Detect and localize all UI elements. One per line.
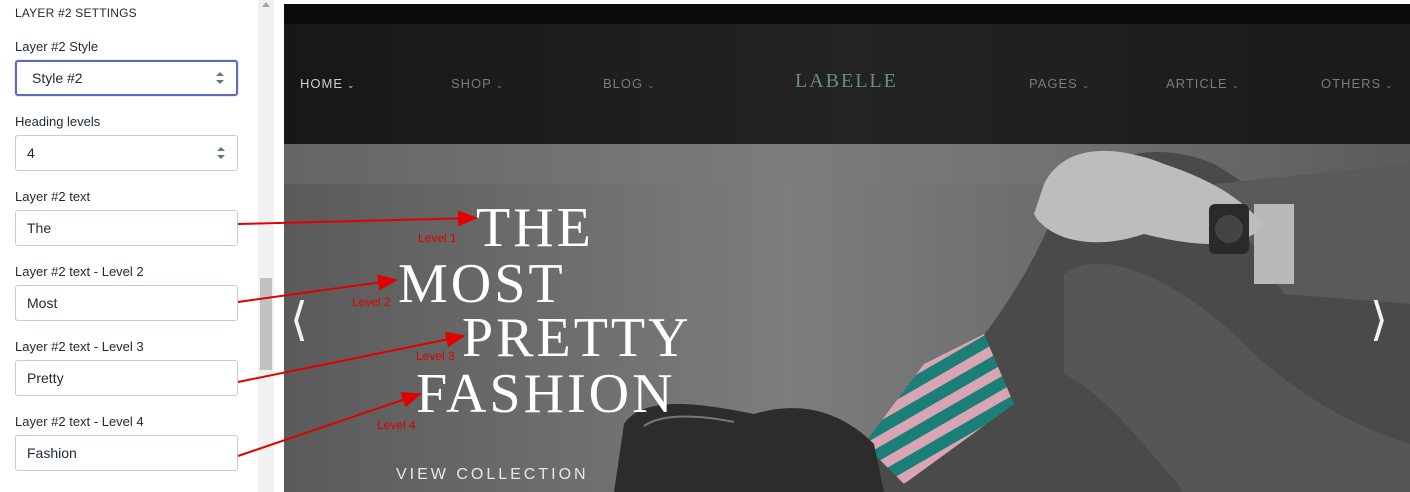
annotation-level-4: Level 4	[377, 418, 416, 432]
layer-style-label: Layer #2 Style	[15, 39, 99, 54]
chevron-down-icon: ⌄	[495, 80, 505, 90]
nav-item-home[interactable]: HOME ⌄	[300, 76, 356, 91]
settings-panel: LAYER #2 SETTINGS Layer #2 Style Style #…	[0, 0, 258, 492]
layer-text-value: The	[27, 220, 52, 236]
hero-photo	[284, 144, 1410, 492]
scrollbar-thumb[interactable]	[260, 278, 272, 370]
layer-text-level2-label: Layer #2 text - Level 2	[15, 264, 144, 279]
chevron-down-icon: ⌄	[647, 80, 656, 90]
chevron-down-icon: ⌄	[1081, 80, 1091, 90]
nav-item-blog[interactable]: BLOG ⌄	[603, 76, 656, 91]
nav-label: BLOG	[603, 76, 644, 91]
select-stepper-icon	[217, 147, 225, 159]
slide-prev-button[interactable]: ⟨	[290, 296, 308, 342]
theme-preview: HOME ⌄ SHOP ⌄ BLOG ⌄ LABELLE PAGES ⌄ ARTICLE…	[284, 4, 1410, 492]
nav-item-shop[interactable]: SHOP ⌄	[451, 76, 504, 91]
hero-heading-level-3: PRETTY	[462, 307, 692, 369]
preview-top-strip	[284, 4, 1410, 24]
select-stepper-icon	[216, 72, 224, 84]
annotation-level-2: Level 2	[352, 295, 391, 309]
slide-next-button[interactable]: ⟩	[1370, 296, 1388, 342]
chevron-down-icon: ⌄	[1385, 80, 1394, 90]
nav-label: HOME	[300, 76, 343, 91]
scroll-up-icon[interactable]	[262, 2, 270, 7]
layer-style-value: Style #2	[32, 70, 83, 86]
nav-label: ARTICLE	[1166, 76, 1228, 91]
nav-label: PAGES	[1029, 76, 1078, 91]
layer-text-level2-input[interactable]: Most	[15, 285, 238, 321]
hero-heading-level-1: THE	[476, 197, 594, 259]
layer-text-level3-input[interactable]: Pretty	[15, 360, 238, 396]
layer-style-select[interactable]: Style #2	[15, 60, 238, 96]
layer-text-level2-value: Most	[27, 295, 58, 311]
chevron-left-icon: ⟨	[290, 292, 308, 346]
section-title: LAYER #2 SETTINGS	[15, 6, 137, 20]
heading-levels-label: Heading levels	[15, 114, 101, 129]
annotation-level-3: Level 3	[416, 349, 455, 363]
heading-levels-value: 4	[27, 145, 35, 161]
chevron-right-icon: ⟩	[1370, 292, 1388, 346]
layer-text-level4-input[interactable]: Fashion	[15, 435, 238, 471]
layer-text-level4-label: Layer #2 text - Level 4	[15, 414, 144, 429]
panel-scrollbar[interactable]	[258, 0, 274, 492]
chevron-down-icon: ⌄	[1231, 80, 1241, 90]
layer-text-level3-label: Layer #2 text - Level 3	[15, 339, 144, 354]
hero-heading-level-4: FASHION	[416, 363, 676, 425]
nav-label: OTHERS	[1321, 76, 1382, 91]
view-collection-button[interactable]: VIEW COLLECTION	[396, 466, 589, 484]
nav-label: SHOP	[451, 76, 492, 91]
layer-text-label: Layer #2 text	[15, 189, 91, 204]
nav-item-pages[interactable]: PAGES ⌄	[1029, 76, 1090, 91]
heading-levels-select[interactable]: 4	[15, 135, 238, 171]
layer-text-level4-value: Fashion	[27, 445, 77, 461]
layer-text-input[interactable]: The	[15, 210, 238, 246]
chevron-down-icon: ⌄	[347, 80, 356, 90]
nav-item-article[interactable]: ARTICLE ⌄	[1166, 76, 1240, 91]
annotation-level-1: Level 1	[418, 231, 457, 245]
nav-item-others[interactable]: OTHERS ⌄	[1321, 76, 1394, 91]
layer-text-level3-value: Pretty	[27, 370, 64, 386]
hero-heading-level-2: MOST	[398, 253, 566, 315]
site-logo[interactable]: LABELLE	[795, 70, 898, 93]
